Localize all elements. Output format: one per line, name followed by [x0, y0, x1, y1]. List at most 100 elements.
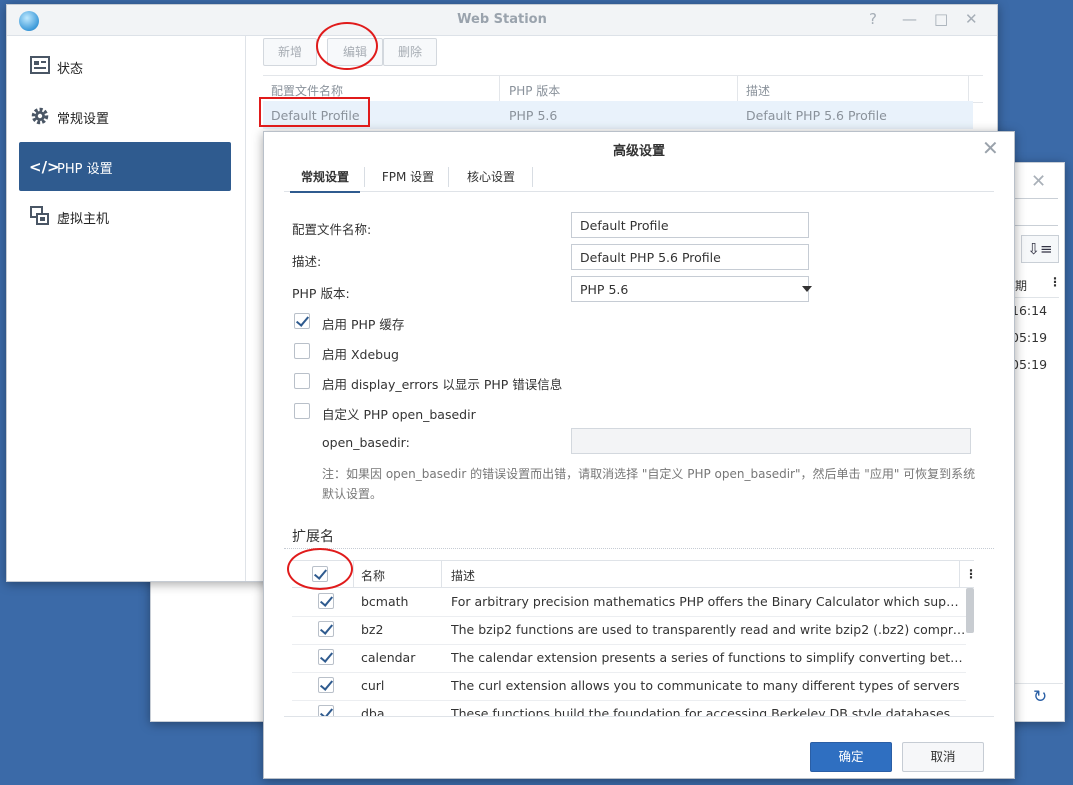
close-icon[interactable]: ✕ [1031, 171, 1046, 192]
column-divider [968, 76, 969, 102]
create-button[interactable]: 新增 [263, 38, 317, 66]
sidebar-item-php-settings[interactable]: </> PHP 设置 [19, 142, 231, 191]
extension-description: The calendar extension presents a series… [451, 650, 966, 665]
column-divider [737, 76, 738, 102]
extension-checkbox[interactable] [318, 649, 334, 665]
extension-checkbox[interactable] [318, 677, 334, 693]
close-icon[interactable]: ✕ [982, 136, 999, 160]
scrollbar[interactable] [966, 588, 974, 633]
enable-display-errors-label: 启用 display_errors 以显示 PHP 错误信息 [322, 377, 563, 392]
open-basedir-input[interactable] [571, 428, 971, 454]
extension-description: The bzip2 functions are used to transpar… [451, 622, 966, 637]
time-cell: 16:14 [1011, 303, 1048, 318]
custom-open-basedir-label: 自定义 PHP open_basedir [322, 407, 476, 422]
tab-divider [448, 167, 449, 187]
extensions-grid-header: 名称 描述 ⋮ [292, 560, 977, 588]
column-menu-icon[interactable]: ⋮ [1049, 275, 1061, 289]
virtual-host-icon [29, 206, 51, 228]
title-bar[interactable]: Web Station ? — □ ✕ [7, 5, 997, 36]
close-icon[interactable]: ✕ [965, 10, 978, 28]
time-cell: 05:19 [1011, 357, 1048, 372]
sidebar-item-virtual-host[interactable]: 虚拟主机 [19, 192, 231, 241]
column-header-description[interactable]: 描述 [451, 567, 475, 584]
enable-xdebug-checkbox[interactable] [294, 343, 310, 359]
cell-php-version: PHP 5.6 [509, 108, 558, 123]
help-icon[interactable]: ? [869, 10, 877, 28]
window-title: Web Station [457, 12, 547, 27]
sidebar-item-label: 状态 [57, 62, 84, 77]
tab-core-settings[interactable]: 核心设置 [454, 163, 528, 191]
enable-php-cache-label: 启用 PHP 缓存 [322, 317, 405, 332]
extension-description: The curl extension allows you to communi… [451, 678, 960, 693]
enable-display-errors-checkbox[interactable] [294, 373, 310, 389]
column-header-description[interactable]: 描述 [746, 82, 770, 99]
enable-php-cache-checkbox[interactable] [294, 313, 310, 329]
cell-description: Default PHP 5.6 Profile [746, 108, 887, 123]
sidebar: 状态 常规设置 </> PHP 设置 虚拟主机 [7, 36, 246, 581]
sidebar-item-label: 常规设置 [57, 112, 110, 127]
status-icon [29, 56, 51, 78]
sidebar-item-general-settings[interactable]: 常规设置 [19, 92, 231, 141]
open-basedir-note: 注：如果因 open_basedir 的错误设置而出错，请取消选择 "自定义 P… [322, 467, 976, 501]
tab-general-settings[interactable]: 常规设置 [290, 163, 360, 193]
list-item[interactable]: calendar The calendar extension presents… [292, 644, 966, 673]
profile-name-input[interactable]: Default Profile [571, 212, 809, 238]
column-divider [353, 561, 354, 587]
list-item[interactable]: bz2 The bzip2 functions are used to tran… [292, 616, 966, 645]
extension-checkbox[interactable] [318, 593, 334, 609]
extension-name: curl [361, 678, 385, 693]
column-header-php-version[interactable]: PHP 版本 [509, 82, 560, 99]
column-header-name[interactable]: 名称 [361, 567, 385, 584]
annotation-rect-default-profile [259, 97, 370, 127]
extension-checkbox[interactable] [318, 621, 334, 637]
tab-divider [532, 167, 533, 187]
extensions-list[interactable]: bcmath For arbitrary precision mathemati… [264, 586, 1014, 717]
custom-open-basedir-checkbox[interactable] [294, 403, 310, 419]
tab-fpm-settings[interactable]: FPM 设置 [372, 163, 444, 191]
maximize-icon[interactable]: □ [934, 10, 948, 28]
date-column-header: 日期 ⋮ [1003, 271, 1061, 298]
list-item[interactable]: dba These functions build the foundation… [292, 700, 966, 717]
ok-button[interactable]: 确定 [810, 742, 892, 772]
php-version-label: PHP 版本: [292, 286, 350, 301]
annotation-circle-select-all [287, 548, 353, 590]
description-input[interactable]: Default PHP 5.6 Profile [571, 244, 809, 270]
column-divider [959, 561, 960, 587]
tab-divider [364, 167, 365, 187]
dialog-title: 高级设置 [612, 144, 665, 159]
section-divider [284, 548, 994, 549]
extension-description: For arbitrary precision mathematics PHP … [451, 594, 966, 609]
advanced-settings-dialog: 高级设置 ✕ 常规设置 FPM 设置 核心设置 配置文件名称: Default … [263, 131, 1015, 779]
gear-icon [29, 106, 51, 128]
sidebar-item-label: 虚拟主机 [57, 212, 110, 227]
cancel-button[interactable]: 取消 [902, 742, 984, 772]
column-menu-icon[interactable]: ⋮ [965, 567, 977, 581]
list-item[interactable]: bcmath For arbitrary precision mathemati… [292, 588, 966, 617]
refresh-icon[interactable]: ↻ [1033, 687, 1047, 707]
chevron-down-icon[interactable] [802, 286, 812, 292]
enable-xdebug-label: 启用 Xdebug [322, 347, 399, 362]
column-divider [441, 561, 442, 587]
delete-button[interactable]: 删除 [383, 38, 437, 66]
sidebar-item-status[interactable]: 状态 [19, 42, 231, 91]
extensions-section-title: 扩展名 [292, 529, 334, 545]
sort-button[interactable]: ⇩≡ [1021, 235, 1059, 263]
open-basedir-label: open_basedir: [322, 435, 410, 450]
sidebar-item-label: PHP 设置 [57, 162, 113, 177]
annotation-circle-edit [316, 22, 378, 70]
extension-name: bcmath [361, 594, 409, 609]
description-label: 描述: [292, 254, 322, 269]
time-cell: 05:19 [1011, 330, 1048, 345]
php-version-select[interactable]: PHP 5.6 [571, 276, 809, 302]
sort-icon: ⇩≡ [1027, 240, 1053, 258]
profile-name-label: 配置文件名称: [292, 222, 372, 237]
code-icon: </> [29, 158, 60, 176]
list-item[interactable]: curl The curl extension allows you to co… [292, 672, 966, 701]
column-divider [499, 76, 500, 102]
profile-grid-header: 配置文件名称 PHP 版本 描述 [263, 75, 983, 103]
section-divider [284, 716, 994, 717]
minimize-icon[interactable]: — [902, 10, 917, 28]
extension-name: calendar [361, 650, 416, 665]
tab-bar: 常规设置 FPM 设置 核心设置 [284, 163, 994, 193]
search-input[interactable] [1011, 198, 1058, 226]
